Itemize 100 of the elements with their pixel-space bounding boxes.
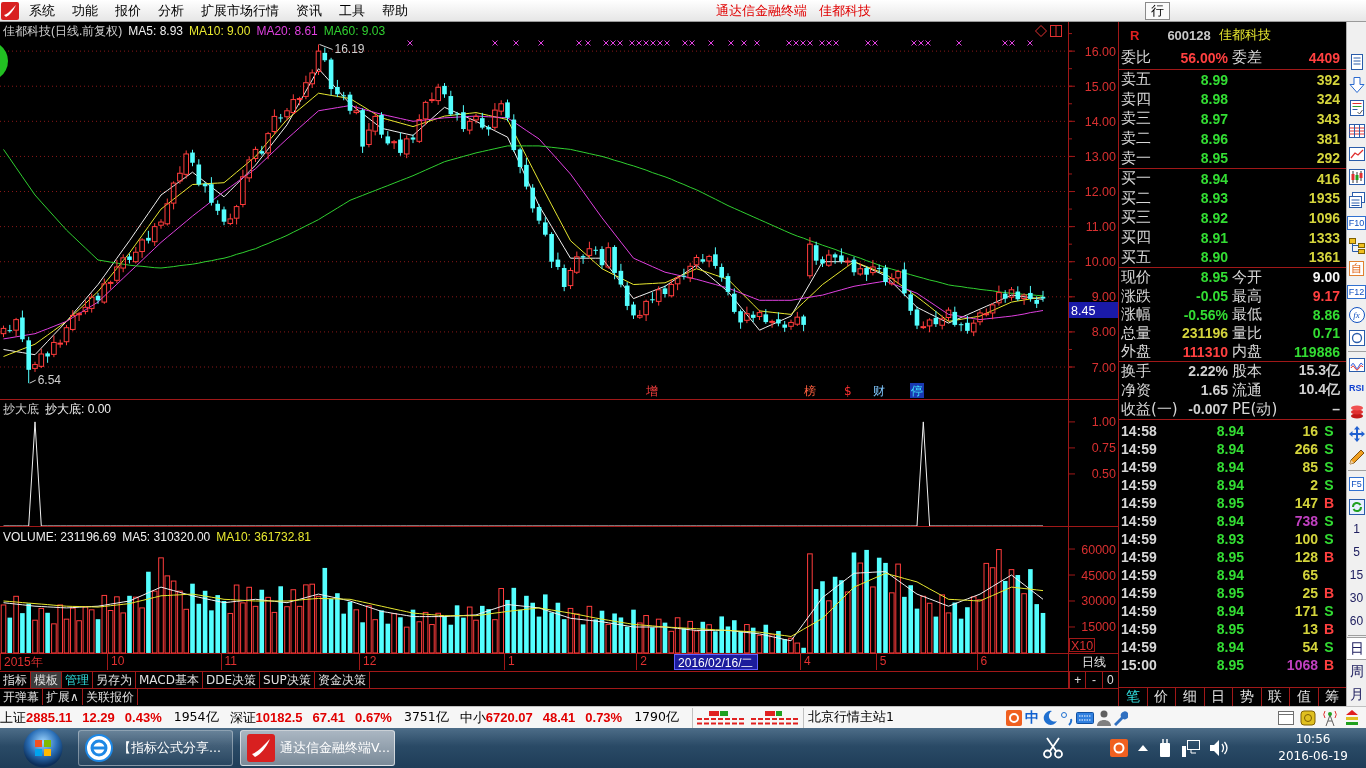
bar bbox=[379, 610, 384, 653]
zoom-button[interactable]: 0 bbox=[1101, 672, 1118, 688]
order-label: 买二 bbox=[1121, 188, 1152, 208]
menu-item[interactable]: 报价 bbox=[106, 0, 149, 21]
candlestick bbox=[945, 306, 952, 322]
panel-tab[interactable]: 关联报价 bbox=[82, 689, 138, 705]
zoom-button[interactable]: - bbox=[1085, 672, 1102, 688]
down-arrow-icon[interactable] bbox=[1348, 76, 1365, 93]
stock-code: 600128 bbox=[1167, 27, 1211, 43]
zoom-button[interactable]: + bbox=[1069, 672, 1086, 688]
panel-icon[interactable] bbox=[1050, 25, 1062, 37]
move-icon[interactable] bbox=[1348, 425, 1365, 442]
tree-icon[interactable] bbox=[1348, 237, 1365, 254]
toolbar-button[interactable]: RSI bbox=[1349, 381, 1364, 394]
bar bbox=[561, 619, 567, 653]
menu-item[interactable]: 功能 bbox=[63, 0, 106, 21]
refresh-icon[interactable] bbox=[1348, 498, 1365, 515]
windows-icon[interactable] bbox=[1348, 191, 1365, 208]
candlestick bbox=[20, 310, 25, 343]
trade-price: 8.94 bbox=[1215, 638, 1244, 655]
toolbar-button[interactable]: F5 bbox=[1349, 476, 1364, 491]
formula-tab[interactable]: DDE决策 bbox=[203, 672, 261, 688]
signal-arrows-icon[interactable] bbox=[1344, 709, 1360, 726]
toolbar-button[interactable]: 自 bbox=[1349, 261, 1364, 276]
candlestick bbox=[379, 111, 384, 139]
period-button[interactable]: 30 bbox=[1347, 587, 1366, 610]
taskbar-button[interactable]: 【指标公式分享... bbox=[78, 730, 233, 766]
line-chart-icon[interactable] bbox=[1348, 145, 1365, 162]
period-button[interactable]: 15 bbox=[1347, 564, 1366, 587]
period-button[interactable]: 周 bbox=[1347, 660, 1366, 683]
menu-item[interactable]: 扩展市场行情 bbox=[192, 0, 287, 21]
trade-volume: 2 bbox=[1309, 476, 1318, 493]
quote-tab-button[interactable]: 行 bbox=[1145, 1, 1170, 20]
speaker-icon[interactable] bbox=[1210, 740, 1229, 756]
period-button[interactable]: 60 bbox=[1347, 610, 1366, 633]
ime-logo-icon[interactable] bbox=[1110, 739, 1129, 757]
period-button[interactable]: 1 bbox=[1347, 518, 1366, 541]
document-icon[interactable] bbox=[1348, 53, 1365, 70]
wrench-icon[interactable] bbox=[1114, 709, 1128, 726]
trade-side: S bbox=[1323, 512, 1335, 529]
float-button-icon[interactable] bbox=[0, 45, 8, 77]
circle-icon[interactable] bbox=[1348, 329, 1365, 346]
formula-tab[interactable]: 模板 bbox=[31, 672, 62, 688]
plug-icon[interactable] bbox=[1158, 739, 1173, 757]
menu-item[interactable]: 资讯 bbox=[287, 0, 330, 21]
event-tag[interactable]: $ bbox=[843, 384, 852, 398]
start-button[interactable] bbox=[23, 728, 63, 768]
period-button[interactable]: 日 bbox=[1347, 637, 1366, 660]
menu-item[interactable]: 帮助 bbox=[373, 0, 416, 21]
formula-tab[interactable]: 管理 bbox=[62, 672, 93, 688]
formula-tab[interactable]: 另存为 bbox=[93, 672, 136, 688]
quote-value: – bbox=[1331, 401, 1340, 418]
antenna-icon[interactable] bbox=[1322, 709, 1338, 726]
event-tag[interactable]: 停 bbox=[910, 383, 924, 398]
formula-tab[interactable]: 资金决策 bbox=[314, 672, 370, 688]
network-icon[interactable] bbox=[1182, 739, 1201, 757]
detail-tab[interactable]: 笔 bbox=[1119, 688, 1147, 706]
menu-item[interactable]: 工具 bbox=[330, 0, 373, 21]
person-icon[interactable] bbox=[1097, 709, 1111, 726]
formula-tab[interactable]: MACD基本 bbox=[136, 672, 203, 688]
tray-arrow-icon[interactable] bbox=[1138, 745, 1149, 751]
toolbar-button[interactable]: F12 bbox=[1346, 284, 1366, 299]
ime-mode-button[interactable]: 中 bbox=[1025, 708, 1039, 727]
order-volume: 1361 bbox=[1307, 249, 1340, 266]
event-tag[interactable]: 榜 bbox=[803, 384, 816, 398]
pencil-icon[interactable] bbox=[1348, 448, 1365, 465]
moon-icon[interactable] bbox=[1042, 709, 1058, 726]
candlestick bbox=[391, 139, 397, 150]
order-price: 8.98 bbox=[1199, 91, 1228, 108]
keyboard-icon[interactable] bbox=[1076, 711, 1094, 724]
punctuation-icon[interactable] bbox=[1061, 709, 1073, 726]
table-icon[interactable] bbox=[1348, 122, 1365, 139]
axis-label: 11.00 bbox=[1085, 220, 1116, 235]
quote-label: 换手 bbox=[1121, 361, 1152, 381]
menu-item[interactable]: 分析 bbox=[149, 0, 192, 21]
toolbar-button[interactable]: fx bbox=[1348, 306, 1365, 323]
menu-item[interactable]: 系统 bbox=[20, 0, 63, 21]
trade-time: 14:59 bbox=[1121, 584, 1158, 601]
period-button[interactable]: 月 bbox=[1347, 683, 1366, 706]
event-tag[interactable]: 财 bbox=[873, 384, 886, 398]
period-button[interactable]: 5 bbox=[1347, 541, 1366, 564]
trade-time: 14:59 bbox=[1121, 620, 1158, 637]
report-icon[interactable] bbox=[1348, 99, 1365, 116]
panel-tab[interactable]: 扩展∧ bbox=[43, 689, 83, 705]
candlestick bbox=[643, 299, 649, 322]
trade-volume: 25 bbox=[1301, 584, 1318, 601]
toolbar-button[interactable]: F10 bbox=[1346, 215, 1366, 230]
scissors-icon[interactable] bbox=[1042, 737, 1065, 759]
formula-tab[interactable]: SUP决策 bbox=[260, 672, 315, 688]
event-tag[interactable]: 增 bbox=[646, 384, 659, 398]
candlestick-icon[interactable] bbox=[1348, 168, 1365, 185]
wave-chart-icon[interactable] bbox=[1348, 356, 1365, 373]
quote-value: 8.86 bbox=[1311, 306, 1340, 323]
panel-tab[interactable]: 开弹幕 bbox=[0, 689, 43, 705]
cross-marker-icon bbox=[407, 40, 413, 46]
date-label: 2 bbox=[636, 654, 650, 670]
coin-icon[interactable] bbox=[1300, 709, 1316, 726]
window-icon[interactable] bbox=[1278, 709, 1294, 726]
cross-marker-icon bbox=[1027, 40, 1033, 46]
order-volume: 1096 bbox=[1307, 209, 1340, 226]
